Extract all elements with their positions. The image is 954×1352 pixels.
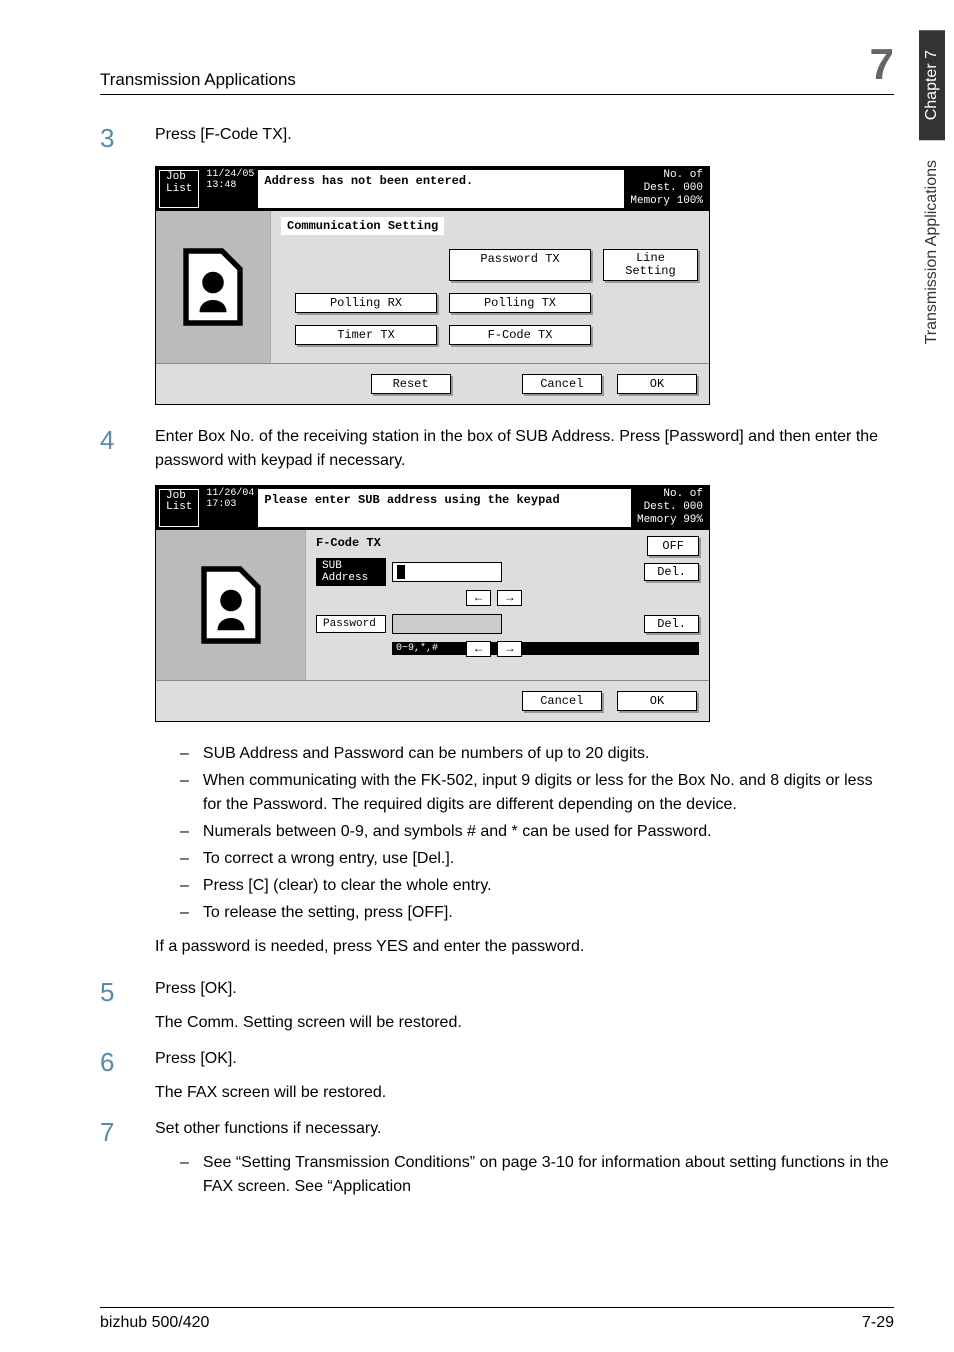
preview-icon-area — [156, 211, 271, 363]
side-tab: Chapter 7 Transmission Applications — [909, 30, 954, 365]
step-7-text: Set other functions if necessary. — [155, 1117, 894, 1141]
joblist2-l2: List — [166, 502, 192, 514]
reset-button[interactable]: Reset — [371, 374, 451, 394]
bullet-1: SUB Address and Password can be numbers … — [203, 742, 649, 766]
joblist-l1: Job — [166, 172, 192, 184]
password-tx-button[interactable]: Password TX — [449, 249, 591, 281]
datetime: 11/24/05 13:48 — [202, 167, 258, 211]
cancel-button-2[interactable]: Cancel — [522, 691, 602, 711]
mem-val: 100% — [677, 195, 703, 207]
cancel-button[interactable]: Cancel — [522, 374, 602, 394]
bullet-5: Press [C] (clear) to clear the whole ent… — [203, 874, 492, 898]
document-icon-2 — [186, 560, 276, 650]
del-button-1[interactable]: Del. — [644, 563, 699, 581]
step-3-text: Press [F-Code TX]. — [155, 123, 894, 154]
status-right-2: No. ofDest. 000 Memory 99% — [631, 486, 709, 530]
page-footer: bizhub 500/420 7-29 — [100, 1307, 894, 1332]
line-l1: Line — [636, 251, 665, 265]
step-7: 7 Set other functions if necessary. – Se… — [100, 1117, 894, 1199]
job-list-button-2[interactable]: Job List — [159, 489, 199, 527]
step-7-num: 7 — [100, 1117, 130, 1199]
date: 11/24/05 — [206, 169, 254, 180]
date-2: 11/26/04 — [206, 488, 254, 499]
preview-icon-area-2 — [156, 530, 306, 680]
screenshot-fcode-tx: Job List 11/26/04 17:03 Please enter SUB… — [155, 485, 710, 722]
bullet-list: –SUB Address and Password can be numbers… — [180, 742, 894, 925]
chapter-tab: Chapter 7 — [919, 30, 945, 140]
datetime-2: 11/26/04 17:03 — [202, 486, 258, 530]
dash-icon: – — [180, 769, 189, 817]
timer-tx-button[interactable]: Timer TX — [295, 325, 437, 345]
step-3: 3 Press [F-Code TX]. — [100, 123, 894, 154]
document-icon — [168, 242, 258, 332]
mem-label-2: Memory — [637, 514, 677, 526]
bullet-2: When communicating with the FK-502, inpu… — [203, 769, 894, 817]
header-title: Transmission Applications — [100, 70, 296, 90]
page-header: Transmission Applications 7 — [100, 40, 894, 95]
step-5-sub: The Comm. Setting screen will be restore… — [155, 1011, 894, 1035]
dest-val: 000 — [683, 182, 703, 194]
dash-icon: – — [180, 901, 189, 925]
line-setting-button[interactable]: LineSetting — [603, 249, 698, 281]
dash-icon: – — [180, 874, 189, 898]
footer-right: 7-29 — [862, 1314, 894, 1332]
step-7-bullet: See “Setting Transmission Conditions” on… — [203, 1151, 894, 1199]
dash-icon: – — [180, 742, 189, 766]
step-6-num: 6 — [100, 1047, 130, 1105]
time: 13:48 — [206, 180, 254, 191]
dash-icon: – — [180, 820, 189, 844]
screenshot-comm-setting: Job List 11/24/05 13:48 Address has not … — [155, 166, 710, 405]
password-input[interactable] — [392, 614, 502, 634]
section-tab: Transmission Applications — [919, 140, 945, 364]
off-button[interactable]: OFF — [647, 536, 699, 556]
dest-val-2: 000 — [683, 501, 703, 513]
step-6-sub: The FAX screen will be restored. — [155, 1081, 894, 1105]
arrow-right-2[interactable]: → — [497, 641, 522, 657]
time-2: 17:03 — [206, 499, 254, 510]
comm-setting-heading: Communication Setting — [281, 217, 444, 235]
status-message-2: Please enter SUB address using the keypa… — [258, 488, 631, 528]
bullet-6: To release the setting, press [OFF]. — [203, 901, 453, 925]
joblist-l2: List — [166, 184, 192, 196]
del-button-2[interactable]: Del. — [644, 615, 699, 633]
sub-l1: SUB — [322, 560, 380, 572]
step-6: 6 Press [OK]. The FAX screen will be res… — [100, 1047, 894, 1105]
mem-val-2: 99% — [683, 514, 703, 526]
header-chapter-num: 7 — [870, 40, 894, 90]
step-5-text: Press [OK]. — [155, 977, 894, 1001]
bullet-3: Numerals between 0-9, and symbols # and … — [203, 820, 712, 844]
footer-left: bizhub 500/420 — [100, 1314, 209, 1332]
dash-icon: – — [180, 847, 189, 871]
step-5-num: 5 — [100, 977, 130, 1035]
sub-address-input[interactable] — [392, 562, 502, 582]
f-code-tx-button[interactable]: F-Code TX — [449, 325, 591, 345]
polling-tx-button[interactable]: Polling TX — [449, 293, 591, 313]
ok-button[interactable]: OK — [617, 374, 697, 394]
polling-rx-button[interactable]: Polling RX — [295, 293, 437, 313]
status-right: No. ofDest. 000 Memory 100% — [624, 167, 709, 211]
sub-l2: Address — [322, 572, 380, 584]
arrow-left-1[interactable]: ← — [466, 590, 491, 606]
mem-label: Memory — [630, 195, 670, 207]
bullet-4: To correct a wrong entry, use [Del.]. — [203, 847, 454, 871]
status-message: Address has not been entered. — [258, 169, 624, 209]
line-l2: Setting — [625, 264, 675, 278]
job-list-button[interactable]: Job List — [159, 170, 199, 208]
ok-button-2[interactable]: OK — [617, 691, 697, 711]
step-4-text: Enter Box No. of the receiving station i… — [155, 425, 894, 473]
step-3-num: 3 — [100, 123, 130, 154]
sub-address-label[interactable]: SUB Address — [316, 558, 386, 586]
dash-icon: – — [180, 1151, 189, 1199]
arrow-right-1[interactable]: → — [497, 590, 522, 606]
fcode-tx-title: F-Code TX — [316, 536, 699, 550]
step-4-num: 4 — [100, 425, 130, 473]
step-6-text: Press [OK]. — [155, 1047, 894, 1071]
arrow-left-2[interactable]: ← — [466, 641, 491, 657]
step-4: 4 Enter Box No. of the receiving station… — [100, 425, 894, 473]
step-5: 5 Press [OK]. The Comm. Setting screen w… — [100, 977, 894, 1035]
note-1: If a password is needed, press YES and e… — [155, 935, 894, 959]
cursor-icon — [397, 565, 405, 579]
password-label[interactable]: Password — [316, 615, 386, 633]
